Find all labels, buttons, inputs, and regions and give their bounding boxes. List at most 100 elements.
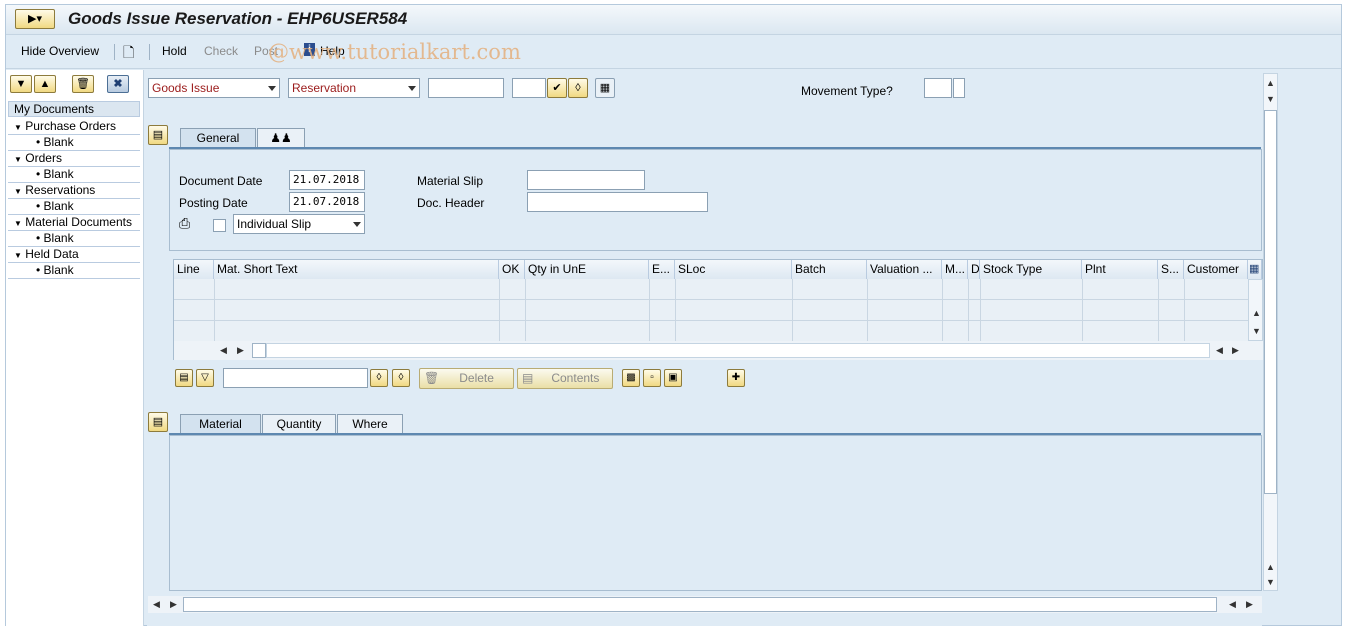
column-header[interactable]: Batch — [792, 260, 867, 279]
scroll-left-icon[interactable]: ◀ — [153, 599, 160, 610]
scroll-left-icon[interactable]: ◀ — [220, 345, 227, 356]
partner-icon: ♟♟ — [270, 131, 292, 145]
tab-material[interactable]: Material — [180, 414, 261, 434]
layout-icon[interactable]: ▣ — [664, 369, 682, 387]
tree-node-purchase-orders[interactable]: ▼ Purchase Orders — [8, 119, 140, 135]
expand-all-icon[interactable]: ▼ — [10, 75, 32, 93]
movement-type-extra-input[interactable] — [953, 78, 965, 98]
table-row[interactable] — [174, 321, 1248, 342]
column-chooser-icon[interactable]: ▦ — [1248, 260, 1262, 279]
close-icon[interactable]: ✖ — [107, 75, 129, 93]
material-slip-input[interactable] — [527, 170, 645, 190]
copy-icon[interactable]: ▫ — [643, 369, 661, 387]
scroll-left-icon[interactable]: ◀ — [1216, 345, 1223, 356]
scroll-up-icon[interactable]: ▲ — [1266, 562, 1275, 572]
tree-node-held-data[interactable]: ▼ Held Data — [8, 247, 140, 263]
trash-icon[interactable]: 🗑 — [72, 75, 94, 93]
scroll-thumb[interactable] — [1264, 110, 1277, 494]
contents-button[interactable]: ▤ Contents — [517, 368, 613, 389]
column-header[interactable]: D — [968, 260, 980, 279]
page-horizontal-scrollbar[interactable]: ◀ ▶ ◀ ▶ — [148, 596, 1262, 613]
column-header[interactable]: OK — [499, 260, 525, 279]
select-all-icon[interactable]: ▤ — [175, 369, 193, 387]
column-header[interactable]: Qty in UnE — [525, 260, 649, 279]
table-settings-icon[interactable]: ▦ — [595, 78, 615, 98]
find-next-icon[interactable]: ◊ — [392, 369, 410, 387]
detail-icon[interactable]: ▩ — [622, 369, 640, 387]
contents-icon: ▤ — [522, 371, 534, 385]
bullet-icon: • — [36, 231, 41, 245]
tab-general[interactable]: General — [180, 128, 256, 148]
tree-leaf-blank[interactable]: • Blank — [8, 263, 140, 279]
scroll-thumb[interactable] — [252, 343, 266, 358]
scroll-left-icon[interactable]: ◀ — [1229, 599, 1236, 610]
tree-leaf-blank[interactable]: • Blank — [8, 199, 140, 215]
filter-icon[interactable]: ▽ — [196, 369, 214, 387]
scroll-right-icon[interactable]: ▶ — [237, 345, 244, 356]
scroll-up-icon[interactable]: ▲ — [1266, 78, 1275, 88]
binoculars-icon[interactable]: ◊ — [568, 78, 588, 98]
reference-number-input[interactable] — [428, 78, 504, 98]
scroll-track[interactable] — [183, 597, 1217, 612]
hide-overview-button[interactable]: Hide Overview — [21, 44, 99, 58]
check-button[interactable]: Check — [204, 44, 238, 58]
tab-quantity[interactable]: Quantity — [262, 414, 336, 434]
scroll-track[interactable] — [266, 343, 1210, 358]
create-item-icon[interactable]: ✚ — [727, 369, 745, 387]
scroll-right-icon[interactable]: ▶ — [170, 599, 177, 610]
delete-button[interactable]: 🗑 Delete — [419, 368, 514, 389]
column-header[interactable]: S... — [1158, 260, 1184, 279]
column-header[interactable]: M... — [942, 260, 968, 279]
movement-type-input[interactable] — [924, 78, 952, 98]
grid-search-input[interactable] — [223, 368, 368, 388]
document-date-input[interactable]: 21.07.2018 — [289, 170, 365, 190]
column-header[interactable]: Line — [174, 260, 214, 279]
column-header[interactable]: Valuation ... — [867, 260, 942, 279]
application-toolbar: Hide Overview 🗋 Hold Check Post i Help @… — [6, 36, 1341, 69]
tree-node-reservations[interactable]: ▼ Reservations — [8, 183, 140, 199]
page-vertical-scrollbar[interactable]: ▲ ▼ ▲ ▼ — [1263, 73, 1278, 591]
doc-header-input[interactable] — [527, 192, 708, 212]
print-option-dropdown[interactable]: Individual Slip — [233, 214, 365, 234]
tab-where[interactable]: Where — [337, 414, 403, 434]
print-checkbox[interactable] — [213, 219, 226, 232]
scroll-down-icon[interactable]: ▼ — [1252, 326, 1261, 336]
tree-node-material-documents[interactable]: ▼ Material Documents — [8, 215, 140, 231]
posting-date-input[interactable]: 21.07.2018 — [289, 192, 365, 212]
tab-partner[interactable]: ♟♟ — [257, 128, 305, 148]
tree-leaf-blank[interactable]: • Blank — [8, 167, 140, 183]
scroll-down-icon[interactable]: ▼ — [1266, 577, 1275, 587]
item-number-input[interactable] — [512, 78, 546, 98]
tree-leaf-blank[interactable]: • Blank — [8, 231, 140, 247]
column-header[interactable]: Plnt — [1082, 260, 1158, 279]
scroll-right-icon[interactable]: ▶ — [1246, 599, 1253, 610]
new-document-icon[interactable]: 🗋 — [123, 42, 134, 66]
scroll-up-icon[interactable]: ▲ — [1252, 308, 1261, 318]
find-icon[interactable]: ◊ — [370, 369, 388, 387]
chevron-down-icon — [353, 222, 361, 227]
column-header[interactable]: Customer — [1184, 260, 1248, 279]
printer-icon: ⎙ — [179, 215, 191, 231]
tree-leaf-blank[interactable]: • Blank — [8, 135, 140, 151]
hold-button[interactable]: Hold — [162, 44, 187, 58]
collapse-all-icon[interactable]: ▲ — [34, 75, 56, 93]
collapse-detail-icon[interactable]: ▤ — [148, 412, 168, 432]
collapse-header-icon[interactable]: ▤ — [148, 125, 168, 145]
column-header[interactable]: Mat. Short Text — [214, 260, 499, 279]
column-header[interactable]: Stock Type — [980, 260, 1082, 279]
reference-dropdown[interactable]: Reservation — [288, 78, 420, 98]
table-row[interactable] — [174, 279, 1248, 300]
tree-node-orders[interactable]: ▼ Orders — [8, 151, 140, 167]
execute-icon[interactable]: ✔ — [547, 78, 567, 98]
command-menu-icon[interactable]: ▶▾ — [15, 9, 55, 29]
scroll-down-icon[interactable]: ▼ — [1266, 94, 1275, 104]
table-row[interactable] — [174, 300, 1248, 321]
column-header[interactable]: SLoc — [675, 260, 792, 279]
action-dropdown[interactable]: Goods Issue — [148, 78, 280, 98]
scroll-right-icon[interactable]: ▶ — [1232, 345, 1239, 356]
tree-header: My Documents — [8, 101, 140, 117]
grid-horizontal-scrollbar[interactable]: ◀ ▶ ◀ ▶ — [174, 341, 1263, 360]
grid-vertical-scrollbar[interactable]: ▲ ▼ — [1248, 279, 1263, 341]
grid-divider — [792, 279, 793, 341]
column-header[interactable]: E... — [649, 260, 675, 279]
